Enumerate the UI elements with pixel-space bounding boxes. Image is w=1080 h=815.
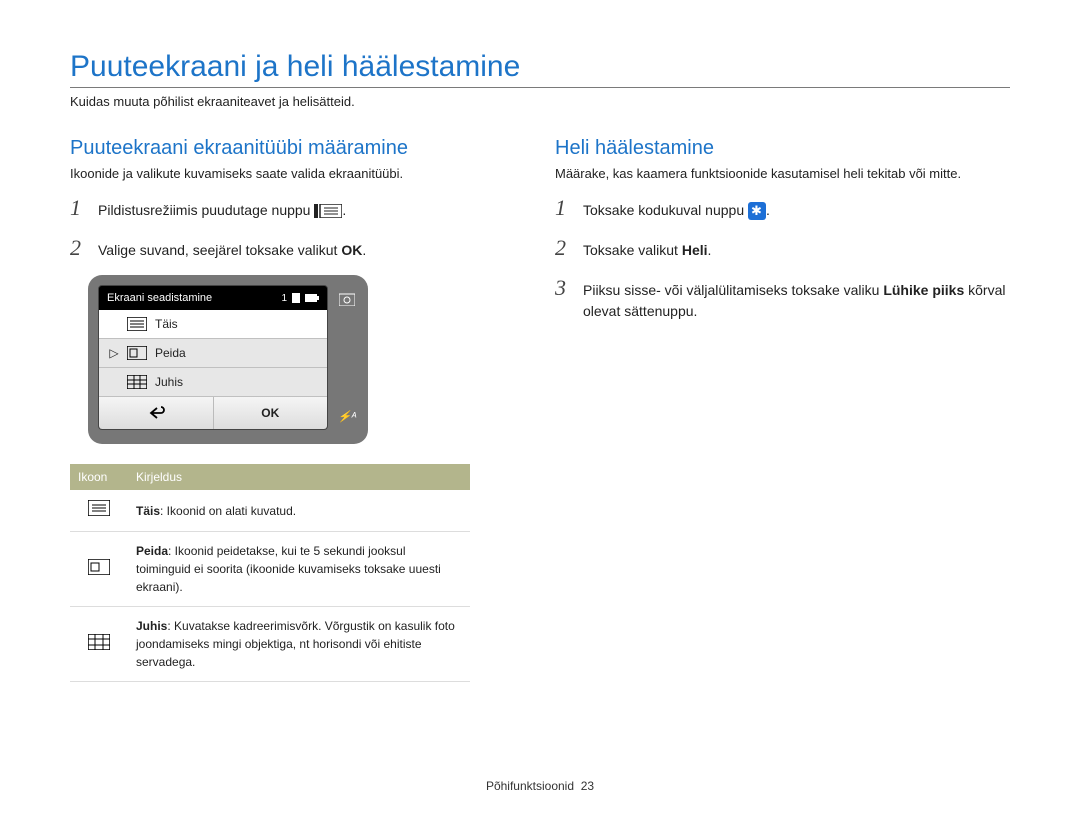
- right-section-lead: Määrake, kas kaamera funktsioonide kasut…: [555, 166, 1010, 181]
- camera-menu: Täis ▷ Peida: [99, 310, 327, 397]
- footer-page-number: 23: [581, 779, 594, 793]
- left-step-2: 2 Valige suvand, seejärel toksake valiku…: [70, 235, 525, 261]
- right-section-heading: Heli häälestamine: [555, 137, 1010, 160]
- menu-item-label: Juhis: [155, 375, 183, 389]
- sd-card-icon: [291, 293, 301, 303]
- camera-settings-mockup: Ekraani seadistamine 1: [88, 275, 368, 444]
- table-icon-full: [70, 490, 128, 532]
- page-subtitle: Kuidas muuta põhilist ekraaniteavet ja h…: [70, 94, 1010, 109]
- step-number: 1: [70, 195, 88, 221]
- page-title: Puuteekraani ja heli häälestamine: [70, 50, 1010, 84]
- step-text: Toksake kodukuval nuppu .: [583, 200, 1010, 221]
- left-section-lead: Ikoonide ja valikute kuvamiseks saate va…: [70, 166, 525, 181]
- page-footer: Põhifunktsioonid 23: [0, 779, 1080, 793]
- right-step-1: 1 Toksake kodukuval nuppu .: [555, 195, 1010, 221]
- selection-marker: ▷: [109, 346, 119, 360]
- display-icon: [314, 204, 342, 218]
- table-desc: Peida: Ikoonid peidetakse, kui te 5 seku…: [128, 532, 470, 607]
- camera-screen: Ekraani seadistamine 1: [98, 285, 328, 430]
- back-arrow-icon: [147, 406, 165, 420]
- side-photo-icon: [339, 291, 355, 307]
- table-header-icon: Ikoon: [70, 464, 128, 490]
- menu-item-label: Peida: [155, 346, 186, 360]
- table-desc: Täis: Ikoonid on alati kuvatud.: [128, 490, 470, 532]
- status-number: 1: [281, 293, 287, 304]
- sound-label: Heli: [682, 242, 708, 258]
- menu-item-hide[interactable]: ▷ Peida: [99, 339, 327, 368]
- short-beep-label: Lühike piiks: [883, 282, 964, 298]
- step-text: Valige suvand, seejärel toksake valikut …: [98, 240, 525, 261]
- table-header-desc: Kirjeldus: [128, 464, 470, 490]
- table-row: Täis: Ikoonid on alati kuvatud.: [70, 490, 470, 532]
- menu-item-guide[interactable]: Juhis: [99, 368, 327, 397]
- step-text: Toksake valikut Heli.: [583, 240, 1010, 261]
- step-number: 2: [70, 235, 88, 261]
- ok-button[interactable]: OK: [214, 397, 328, 429]
- full-display-icon: [127, 317, 147, 331]
- camera-status-icons: 1: [281, 293, 319, 304]
- back-button[interactable]: [99, 397, 214, 429]
- camera-side-panel: ⚡ᴬ: [336, 285, 358, 430]
- menu-item-label: Täis: [155, 317, 178, 331]
- table-icon-hide: [70, 532, 128, 607]
- table-icon-grid: [70, 607, 128, 682]
- hide-display-icon: [127, 346, 147, 360]
- step-text: Piiksu sisse- või väljalülitamiseks toks…: [583, 280, 1010, 322]
- left-step-1: 1 Pildistusrežiimis puudutage nuppu .: [70, 195, 525, 221]
- settings-icon: [748, 202, 766, 220]
- right-step-2: 2 Toksake valikut Heli.: [555, 235, 1010, 261]
- menu-item-full[interactable]: Täis: [99, 310, 327, 339]
- grid-display-icon: [127, 375, 147, 389]
- table-row: Juhis: Kuvatakse kadreerimisvõrk. Võrgus…: [70, 607, 470, 682]
- step-number: 3: [555, 275, 573, 301]
- step-number: 2: [555, 235, 573, 261]
- table-desc: Juhis: Kuvatakse kadreerimisvõrk. Võrgus…: [128, 607, 470, 682]
- camera-titlebar-label: Ekraani seadistamine: [107, 292, 212, 304]
- ok-glyph: OK: [341, 242, 362, 258]
- step-number: 1: [555, 195, 573, 221]
- footer-section-label: Põhifunktsioonid: [486, 779, 574, 793]
- camera-bottom-bar: OK: [99, 397, 327, 429]
- camera-titlebar: Ekraani seadistamine 1: [99, 286, 327, 310]
- battery-icon: [305, 294, 319, 302]
- icon-description-table: Ikoon Kirjeldus Täis: Ikoonid on alati k…: [70, 464, 470, 682]
- table-row: Peida: Ikoonid peidetakse, kui te 5 seku…: [70, 532, 470, 607]
- right-step-3: 3 Piiksu sisse- või väljalülitamiseks to…: [555, 275, 1010, 322]
- step-text: Pildistusrežiimis puudutage nuppu .: [98, 200, 525, 221]
- left-section-heading: Puuteekraani ekraanitüübi määramine: [70, 137, 525, 160]
- side-flash-icon: ⚡ᴬ: [339, 408, 355, 424]
- title-divider: [70, 87, 1010, 88]
